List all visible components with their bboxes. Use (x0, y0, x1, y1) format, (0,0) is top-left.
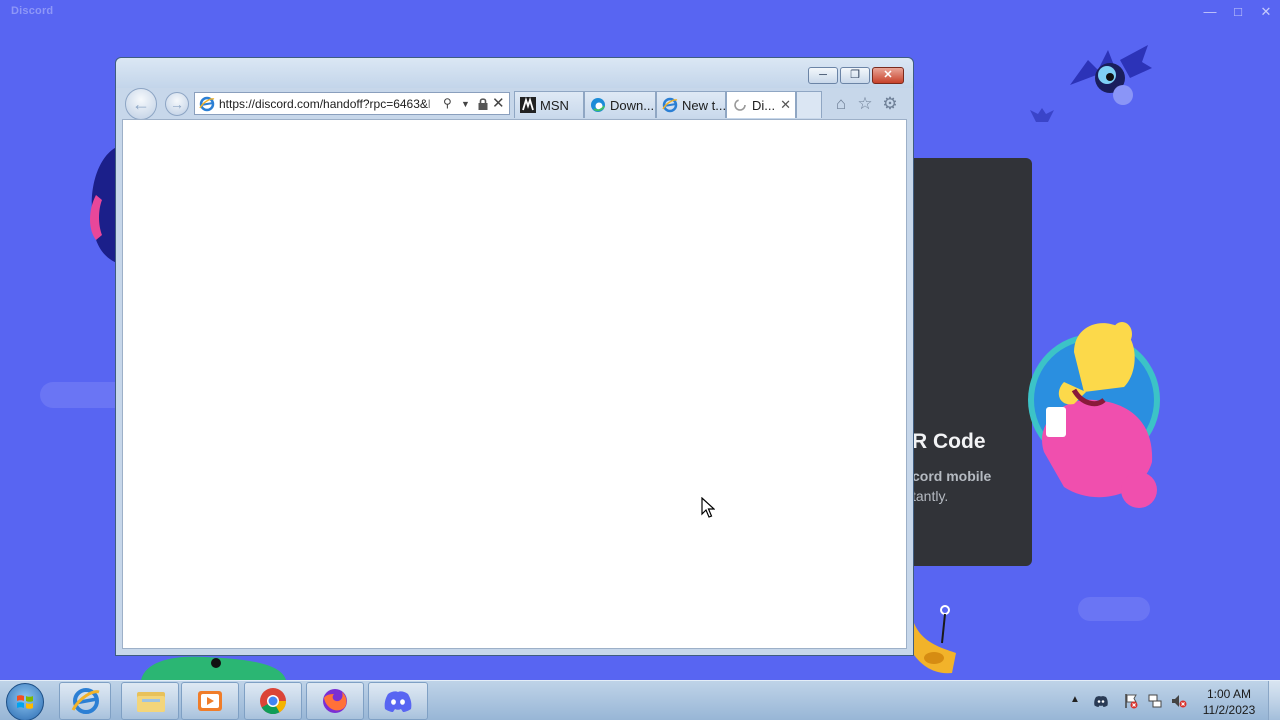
show-hidden-icons[interactable]: ▲ (1070, 694, 1086, 710)
tab-discord-active[interactable]: Di... ✕ (726, 91, 796, 118)
tab-msn[interactable]: MSN (514, 91, 584, 118)
tab-label: Di... (752, 98, 776, 113)
folder-icon (137, 692, 165, 712)
gear-icon[interactable]: ⚙ (880, 94, 900, 114)
discord-maximize-button[interactable]: □ (1225, 2, 1251, 22)
forward-button[interactable]: → (165, 92, 189, 116)
qr-login-panel: R Code cord mobile tantly. (912, 158, 1032, 566)
green-character-illustration (141, 656, 286, 680)
home-icon[interactable]: ⌂ (831, 94, 851, 114)
discord-tray-icon[interactable] (1093, 693, 1109, 709)
edge-icon (591, 98, 605, 112)
qr-desc-line2: tantly. (912, 488, 949, 504)
taskbar-internet-explorer[interactable] (59, 682, 111, 720)
action-center-flag-icon[interactable] (1123, 693, 1139, 709)
character-illustration-right (1028, 322, 1160, 508)
taskbar-firefox[interactable] (306, 682, 364, 720)
search-icon[interactable]: ⚲ (443, 96, 452, 110)
taskbar: ▲ 1:00 AM 11/2/2023 (0, 680, 1280, 720)
chrome-icon (260, 688, 287, 715)
cloud-decoration (1078, 597, 1150, 621)
favorites-star-icon[interactable]: ☆ (855, 94, 875, 114)
ie-minimize-button[interactable]: ─ (808, 67, 838, 84)
ie-navbar: ← → https://discord.com/handoff?rpc=6463… (116, 86, 913, 120)
loading-spinner-icon (734, 99, 746, 111)
small-bat-icon (1030, 108, 1054, 122)
ie-titlebar[interactable] (116, 58, 913, 88)
firefox-icon (323, 689, 347, 713)
network-icon[interactable] (1147, 693, 1163, 709)
lock-icon[interactable] (477, 97, 489, 111)
dropdown-icon[interactable]: ▼ (461, 99, 470, 109)
ie-restore-button[interactable]: ❐ (840, 67, 870, 84)
back-button[interactable]: ← (125, 88, 157, 120)
ie-close-button[interactable]: ✕ (872, 67, 904, 84)
taskbar-chrome[interactable] (244, 682, 302, 720)
system-clock[interactable]: 1:00 AM 11/2/2023 (1196, 686, 1262, 718)
start-button[interactable] (6, 683, 44, 720)
ie-page-content[interactable] (122, 119, 907, 649)
tab-close-icon[interactable]: ✕ (780, 97, 791, 113)
address-url-text: https://discord.com/handoff?rpc=6463& (219, 97, 428, 111)
taskbar-file-explorer[interactable] (121, 682, 179, 720)
address-url[interactable]: https://discord.com/handoff?rpc=6463&l (219, 97, 439, 111)
address-bar[interactable]: https://discord.com/handoff?rpc=6463&l ⚲… (194, 92, 510, 115)
address-url-overflow: l (427, 97, 431, 111)
tab-label: New t... (682, 98, 727, 113)
volume-muted-icon[interactable] (1171, 693, 1187, 709)
new-tab-button[interactable] (796, 91, 822, 118)
discord-icon (384, 691, 412, 712)
discord-window-title: Discord (11, 5, 54, 17)
bat-illustration (1070, 45, 1152, 105)
ie-icon (71, 688, 100, 714)
tab-label: MSN (540, 98, 569, 113)
media-player-icon (198, 691, 222, 711)
taskbar-media-player[interactable] (181, 682, 239, 720)
qr-title: R Code (912, 430, 986, 453)
minimize-icon: ─ (819, 69, 827, 81)
restore-icon: ❐ (850, 69, 860, 81)
discord-close-button[interactable]: ✕ (1253, 2, 1279, 22)
qr-description: cord mobile tantly. (912, 466, 991, 506)
close-icon: ✕ (883, 69, 893, 81)
stop-icon[interactable]: ✕ (492, 94, 505, 112)
msn-icon (520, 97, 536, 113)
tab-label: Down... (610, 98, 655, 113)
show-desktop-button[interactable] (1268, 681, 1280, 720)
ie-icon (662, 97, 678, 113)
windows-logo-icon (17, 695, 33, 709)
taskbar-discord[interactable] (368, 682, 428, 720)
ie-page-icon (199, 96, 215, 112)
tab-download[interactable]: Down... (584, 91, 656, 118)
discord-minimize-button[interactable]: — (1197, 2, 1223, 22)
trumpet-illustration (914, 605, 956, 674)
internet-explorer-window: ─ ❐ ✕ ← → https://discord.com/handoff?rp… (115, 57, 914, 656)
mouse-cursor-icon (701, 497, 715, 518)
clock-date: 11/2/2023 (1202, 703, 1256, 717)
clock-time: 1:00 AM (1206, 687, 1252, 701)
tab-new-tab[interactable]: New t... (656, 91, 726, 118)
qr-desc-line1: cord mobile (912, 468, 992, 484)
